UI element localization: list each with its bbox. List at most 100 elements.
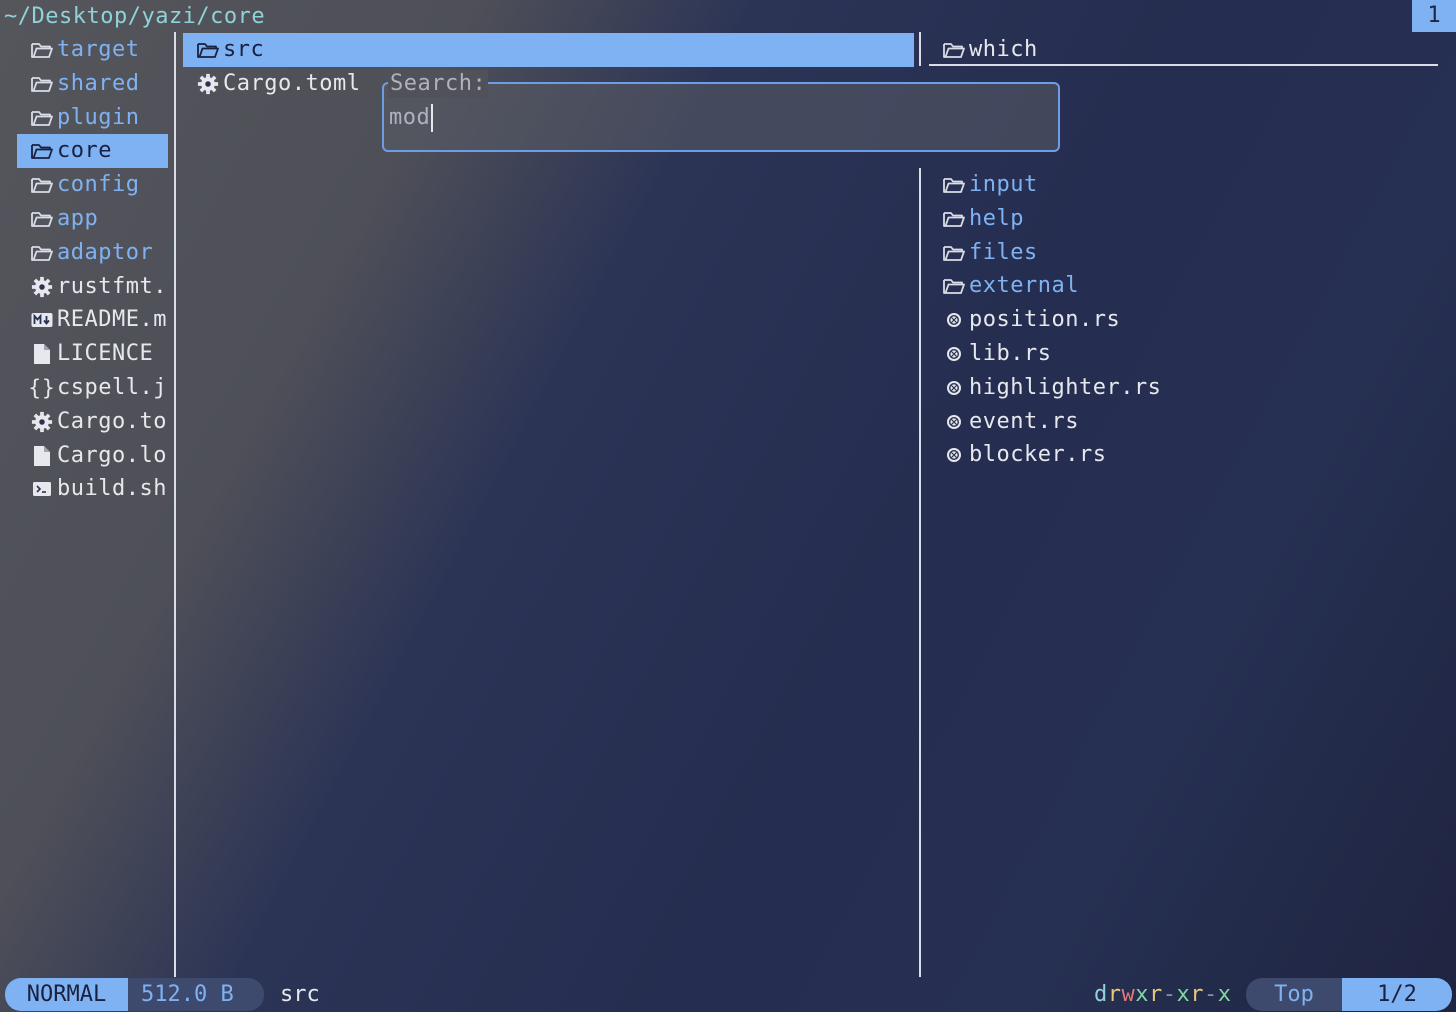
folder-icon	[29, 175, 55, 195]
parent-item-label: LICENCE	[57, 341, 154, 367]
folder-icon	[941, 243, 967, 263]
parent-item-label: Cargo.lo	[57, 442, 167, 468]
file-icon	[29, 343, 55, 365]
preview-item-event-rs[interactable]: event.rs	[929, 405, 1439, 439]
file-size: 512.0 B	[128, 978, 264, 1011]
permission-char: x	[1217, 982, 1232, 1007]
file-permissions: drwxr-xr-x	[1094, 978, 1232, 1011]
tab-indicator[interactable]: 1	[1412, 0, 1456, 32]
parent-item-cargo-lo[interactable]: Cargo.lo	[17, 439, 168, 473]
scroll-position: Top	[1246, 978, 1342, 1011]
current-item-src[interactable]: src	[183, 33, 914, 67]
preview-item-label: blocker.rs	[969, 442, 1107, 468]
folder-icon	[29, 209, 55, 229]
parent-item-adaptor[interactable]: adaptor	[17, 236, 168, 270]
permission-char: r	[1190, 982, 1204, 1007]
folder-icon	[29, 243, 55, 263]
preview-item-help[interactable]: help	[929, 202, 1439, 236]
parent-item-plugin[interactable]: plugin	[17, 101, 168, 135]
parent-item-label: app	[57, 206, 99, 231]
current-item-label: Cargo.toml	[223, 71, 361, 96]
rust-icon	[941, 312, 967, 328]
permission-char: r	[1149, 982, 1163, 1007]
pane-divider-right	[919, 168, 921, 977]
permission-char: x	[1176, 982, 1191, 1007]
parent-item-rustfmt[interactable]: rustfmt.	[17, 270, 168, 304]
parent-item-label: config	[57, 172, 140, 198]
preview-header-label: which	[969, 37, 1038, 62]
folder-icon	[195, 40, 221, 60]
preview-item-highlighter-rs[interactable]: highlighter.rs	[929, 371, 1439, 405]
preview-item-position-rs[interactable]: position.rs	[929, 303, 1439, 337]
parent-item-core[interactable]: core	[17, 134, 168, 169]
gear-icon	[195, 73, 221, 95]
folder-icon	[29, 40, 55, 60]
hovered-file-name: src	[280, 982, 320, 1007]
permission-char: w	[1121, 982, 1136, 1007]
preview-item-external[interactable]: external	[929, 269, 1439, 303]
preview-header-underline	[929, 64, 1438, 66]
parent-item-label: plugin	[57, 104, 140, 130]
search-input-value: mod	[389, 105, 431, 130]
permission-char: r	[1107, 982, 1122, 1007]
preview-item-label: position.rs	[969, 307, 1121, 333]
search-input[interactable]: mod	[389, 102, 434, 134]
permission-char: x	[1135, 982, 1149, 1007]
parent-item-label: README.m	[57, 307, 167, 333]
parent-item-label: cspell.j	[57, 375, 167, 400]
rust-icon	[941, 346, 967, 362]
parent-item-label: rustfmt.	[57, 273, 167, 299]
parent-item-label: adaptor	[57, 239, 154, 265]
parent-item-target[interactable]: target	[17, 33, 168, 67]
parent-item-build-sh[interactable]: build.sh	[17, 472, 168, 506]
parent-item-readme-m[interactable]: README.m	[17, 303, 168, 337]
search-dialog-title: Search:	[388, 70, 489, 98]
rust-icon	[941, 414, 967, 430]
preview-item-files[interactable]: files	[929, 236, 1439, 270]
folder-icon	[941, 175, 967, 195]
preview-item-lib-rs[interactable]: lib.rs	[929, 337, 1439, 371]
folder-icon	[941, 276, 967, 296]
parent-item-shared[interactable]: shared	[17, 67, 168, 101]
parent-item-label: target	[57, 37, 140, 62]
gear-icon	[29, 411, 55, 433]
preview-item-label: files	[969, 239, 1038, 265]
folder-icon	[29, 141, 55, 161]
json-icon: {}	[28, 376, 56, 400]
parent-item-label: core	[57, 138, 112, 164]
parent-item-cspell-j[interactable]: {} cspell.j	[17, 371, 168, 405]
current-item-label: src	[223, 37, 265, 62]
parent-item-app[interactable]: app	[17, 202, 168, 236]
markdown-icon	[29, 312, 55, 328]
parent-item-label: Cargo.to	[57, 408, 167, 434]
folder-icon	[29, 108, 55, 128]
parent-item-licence[interactable]: LICENCE	[17, 337, 168, 371]
preview-item-label: input	[969, 172, 1038, 197]
folder-icon	[29, 74, 55, 94]
parent-item-cargo-to[interactable]: Cargo.to	[17, 405, 168, 439]
parent-item-label: build.sh	[57, 476, 167, 502]
preview-item-label: external	[969, 273, 1079, 299]
permission-char: d	[1094, 982, 1108, 1007]
page-counter: 1/2	[1342, 978, 1452, 1011]
rust-icon	[941, 447, 967, 463]
rust-icon	[941, 380, 967, 396]
preview-item-label: help	[969, 205, 1024, 231]
permission-char: -	[1162, 982, 1177, 1007]
preview-item-label: event.rs	[969, 408, 1079, 434]
current-path: ~/Desktop/yazi/core	[4, 4, 266, 29]
preview-item-input[interactable]: input	[929, 168, 1439, 202]
folder-icon	[941, 209, 967, 229]
parent-item-config[interactable]: config	[17, 168, 168, 202]
preview-header: which	[929, 33, 1439, 67]
folder-icon	[941, 40, 967, 60]
preview-item-label: highlighter.rs	[969, 374, 1162, 400]
file-icon	[29, 445, 55, 467]
gear-icon	[29, 276, 55, 298]
preview-item-blocker-rs[interactable]: blocker.rs	[929, 438, 1439, 472]
parent-item-label: shared	[57, 70, 140, 96]
preview-item-label: lib.rs	[969, 341, 1052, 366]
pane-divider-left	[174, 32, 176, 977]
permission-char: -	[1204, 982, 1218, 1007]
pane-divider-right-top	[919, 32, 921, 66]
